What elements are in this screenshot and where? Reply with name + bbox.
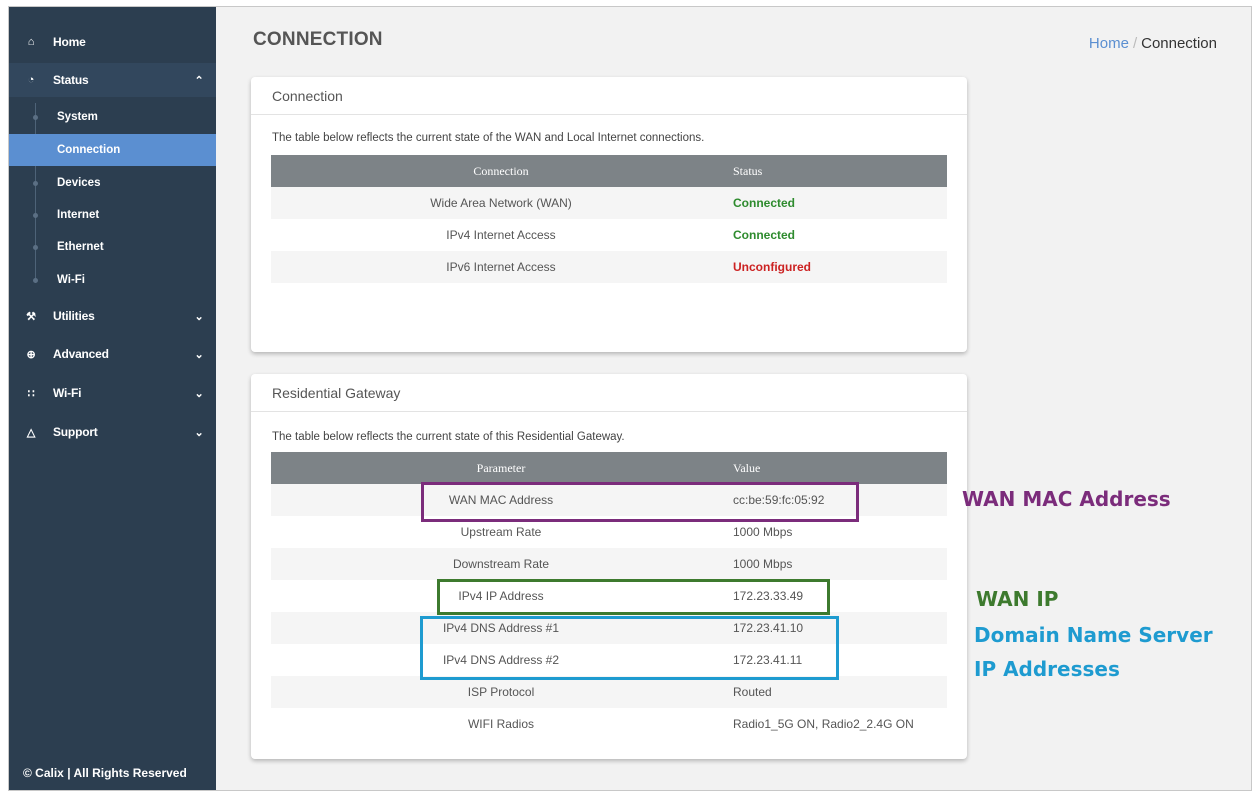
sidebar-item-utilities[interactable]: ⚒ Utilities ⌄ [9, 299, 216, 333]
parameter-name: Downstream Rate [271, 548, 731, 580]
table-row: IPv6 Internet Access Unconfigured [271, 251, 947, 283]
sidebar-subitem-internet[interactable]: Internet [9, 199, 216, 231]
chevron-down-icon: ⌄ [194, 426, 204, 439]
sidebar-item-support[interactable]: △ Support ⌄ [9, 415, 216, 449]
breadcrumb-current: Connection [1141, 35, 1217, 52]
wifi-icon: ∷ [27, 387, 35, 400]
table-row: ISP Protocol Routed [271, 676, 947, 708]
sidebar-item-home[interactable]: ⌂ Home [9, 25, 216, 59]
parameter-value: 1000 Mbps [731, 548, 947, 580]
sidebar-subitem-label: Internet [57, 209, 100, 221]
chevron-down-icon: ⌄ [194, 310, 204, 323]
chevron-down-icon: ⌄ [194, 387, 204, 400]
tree-dot [33, 181, 38, 186]
dns-highlight-box [420, 616, 839, 680]
gateway-card: Residential Gateway The table below refl… [251, 374, 967, 759]
sidebar-subitem-wifi[interactable]: Wi-Fi [9, 264, 216, 296]
parameter-name: ISP Protocol [271, 676, 731, 708]
cloud-icon: △ [26, 426, 36, 439]
sidebar-item-status[interactable]: ◔ Status ⌃ [9, 63, 216, 97]
sidebar-subitem-devices[interactable]: Devices [9, 167, 216, 199]
table-row: Downstream Rate 1000 Mbps [271, 548, 947, 580]
breadcrumb-home-link[interactable]: Home [1089, 35, 1129, 52]
connection-status: Connected [733, 228, 796, 242]
wan-ip-highlight-box [437, 579, 830, 615]
sidebar-item-label: Home [53, 35, 86, 49]
sidebar-subitem-label: Devices [57, 177, 101, 189]
table-header-row: Connection Status [271, 155, 947, 187]
sidebar-subitem-label: Wi-Fi [57, 274, 85, 286]
home-icon: ⌂ [27, 36, 35, 48]
column-header: Connection [271, 155, 731, 187]
sidebar-item-wifi[interactable]: ∷ Wi-Fi ⌄ [9, 376, 216, 410]
sidebar-subitem-label: Connection [57, 144, 121, 156]
tree-dot [33, 278, 38, 283]
globe-icon: ⊕ [26, 348, 36, 361]
card-description: The table below reflects the current sta… [272, 132, 705, 144]
annotation-dns-line2: IP Addresses [974, 657, 1120, 681]
sidebar-subitem-label: System [57, 111, 98, 123]
page-title: CONNECTION [253, 29, 383, 50]
table-row: IPv4 Internet Access Connected [271, 219, 947, 251]
connection-card: Connection The table below reflects the … [251, 77, 967, 352]
parameter-name: WIFI Radios [467, 717, 534, 731]
tree-dot [33, 115, 38, 120]
connection-status: Unconfigured [731, 251, 947, 283]
column-header: Parameter [271, 452, 731, 484]
sidebar-subitem-ethernet[interactable]: Ethernet [9, 231, 216, 263]
copyright-footer: © Calix | All Rights Reserved [23, 766, 187, 780]
card-title: Connection [251, 77, 967, 115]
sidebar-item-label: Status [53, 73, 89, 87]
sidebar-item-label: Support [53, 425, 98, 439]
sidebar-item-label: Wi-Fi [53, 386, 82, 400]
card-title: Residential Gateway [251, 374, 967, 412]
tree-dot [33, 213, 38, 218]
sidebar-subitem-connection[interactable]: Connection [9, 134, 216, 166]
table-row: Wide Area Network (WAN) Connected [271, 187, 947, 219]
chevron-down-icon: ⌄ [194, 348, 204, 361]
router-admin-page: ⌂ Home ◔ Status ⌃ System Connection Devi… [8, 6, 1252, 791]
dashboard-icon: ◔ [27, 74, 35, 86]
card-description: The table below reflects the current sta… [272, 431, 625, 443]
breadcrumb: Home / Connection [1089, 35, 1217, 52]
chevron-up-icon: ⌃ [194, 74, 204, 87]
tree-dot [33, 245, 38, 250]
annotation-dns-line1: Domain Name Server [974, 623, 1213, 647]
parameter-value: Radio1_5G ON, Radio2_2.4G ON [733, 717, 914, 731]
connection-name: Wide Area Network (WAN) [271, 187, 731, 219]
breadcrumb-separator: / [1132, 35, 1138, 52]
table-row: WIFI Radios Radio1_5G ON, Radio2_2.4G ON [271, 708, 947, 740]
wrench-icon: ⚒ [26, 310, 36, 323]
connection-table: Connection Status Wide Area Network (WAN… [271, 155, 947, 283]
connection-status: Connected [731, 187, 947, 219]
annotation-mac: WAN MAC Address [962, 487, 1171, 511]
parameter-value: Routed [731, 676, 947, 708]
annotation-wan-ip: WAN IP [976, 587, 1059, 611]
mac-highlight-box [421, 482, 859, 522]
table-header-row: Parameter Value [271, 452, 947, 484]
column-header: Value [731, 452, 947, 484]
column-header: Status [731, 155, 947, 187]
sidebar: ⌂ Home ◔ Status ⌃ System Connection Devi… [9, 7, 216, 790]
sidebar-item-label: Utilities [53, 309, 95, 323]
sidebar-subitem-label: Ethernet [57, 241, 104, 253]
connection-name: IPv4 Internet Access [446, 228, 556, 242]
connection-name: IPv6 Internet Access [271, 251, 731, 283]
sidebar-item-label: Advanced [53, 347, 109, 361]
sidebar-item-advanced[interactable]: ⊕ Advanced ⌄ [9, 337, 216, 371]
sidebar-subitem-system[interactable]: System [9, 101, 216, 133]
